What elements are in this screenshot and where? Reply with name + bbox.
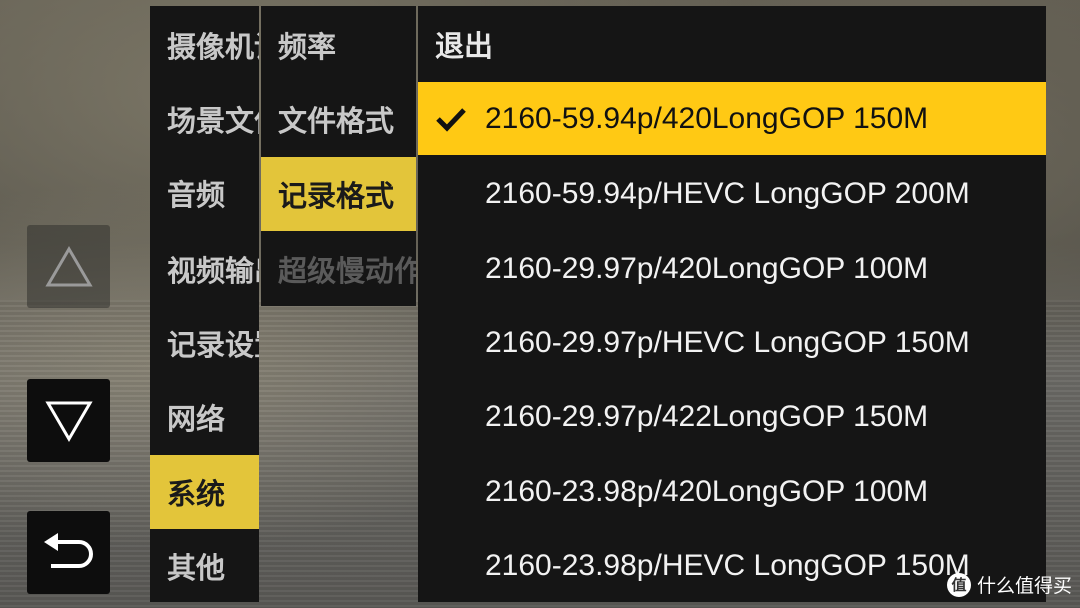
triangle-up-outline-icon [44, 245, 93, 286]
return-arrow-icon [43, 532, 93, 568]
main-menu-item-network[interactable]: 网络 [150, 380, 259, 454]
sub-menu-item-record-format[interactable]: 记录格式 [261, 157, 416, 231]
option-label: 2160-23.98p/HEVC LongGOP 150M [485, 548, 970, 582]
watermark: 值 什么值得买 [946, 571, 1072, 598]
main-menu-item-other[interactable]: 其他 [150, 529, 259, 602]
option-label: 2160-59.94p/420LongGOP 150M [485, 101, 929, 135]
back-button[interactable] [27, 511, 110, 594]
main-menu-item-record-settings[interactable]: 记录设置 [150, 306, 259, 380]
option-label: 2160-29.97p/422LongGOP 150M [485, 399, 929, 433]
main-menu-item-camera[interactable]: 摄像机设置 [150, 8, 259, 82]
main-menu-item-audio[interactable]: 音频 [150, 156, 259, 230]
main-menu-item-system[interactable]: 系统 [150, 455, 259, 529]
option-item[interactable]: 2160-29.97p/HEVC LongGOP 150M [418, 306, 1046, 379]
option-item[interactable]: 2160-23.98p/420LongGOP 100M [418, 455, 1046, 528]
main-menu-item-scene-file[interactable]: 场景文件 [150, 82, 259, 156]
option-label: 2160-29.97p/HEVC LongGOP 150M [485, 325, 970, 359]
option-item[interactable]: 2160-29.97p/422LongGOP 150M [418, 380, 1046, 453]
watermark-text: 什么值得买 [976, 575, 1072, 597]
option-label: 2160-59.94p/HEVC LongGOP 200M [485, 176, 970, 210]
option-label: 2160-29.97p/420LongGOP 100M [485, 251, 929, 285]
sub-menu-item-super-slow: 超级慢动作 [278, 254, 416, 288]
main-menu-item-video-out[interactable]: 视频输出 [150, 232, 259, 306]
scroll-down-button[interactable] [27, 379, 110, 462]
option-label: 2160-23.98p/420LongGOP 100M [485, 474, 929, 508]
option-item[interactable]: 2160-29.97p/420LongGOP 100M [418, 232, 1046, 305]
record-format-options: 退出 2160-59.94p/420LongGOP 150M 2160-59.9… [418, 6, 1046, 602]
checkmark-icon [436, 108, 466, 132]
scroll-up-button[interactable] [27, 225, 110, 308]
sub-menu-item-file-format[interactable]: 文件格式 [261, 82, 416, 156]
main-menu: 摄像机设置 场景文件 音频 视频输出 记录设置 网络 系统 其他 [150, 6, 259, 602]
option-item[interactable]: 2160-59.94p/HEVC LongGOP 200M [418, 157, 1046, 230]
watermark-logo-icon: 值 [946, 572, 971, 597]
option-item[interactable]: 2160-59.94p/420LongGOP 150M [418, 82, 1046, 155]
exit-button[interactable]: 退出 [418, 6, 1046, 82]
triangle-down-outline-icon [44, 401, 93, 442]
sub-menu-item-frequency[interactable]: 频率 [261, 8, 416, 82]
sub-menu: 频率 文件格式 记录格式 超级慢动作 [261, 6, 416, 306]
